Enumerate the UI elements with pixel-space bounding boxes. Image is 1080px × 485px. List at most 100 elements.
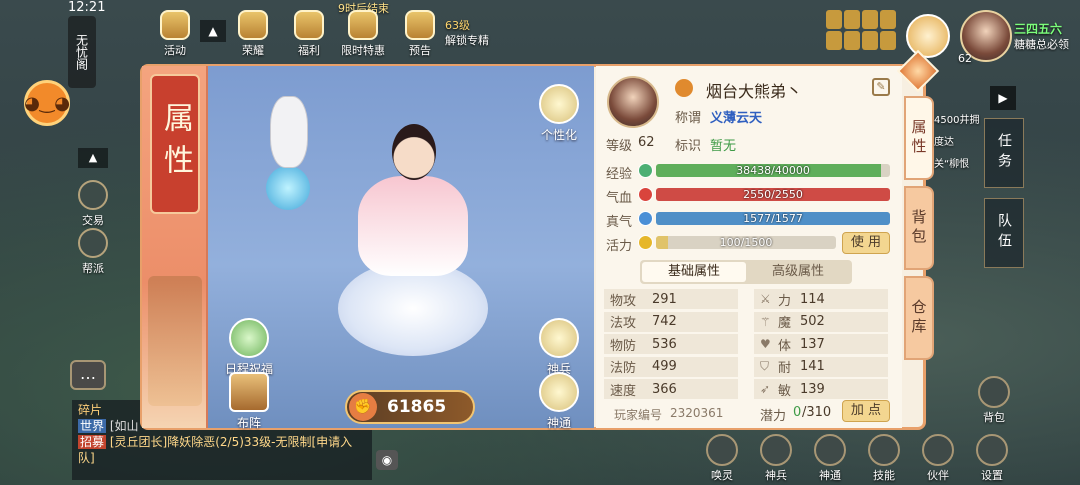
- team-panel-tab[interactable]: 队伍: [984, 198, 1024, 268]
- shield-icon: ⛉: [760, 359, 770, 373]
- attribute-tabs[interactable]: 基础属性 高级属性: [640, 260, 852, 284]
- guild-button[interactable]: 帮派: [75, 228, 111, 276]
- stat-bar-label: 气血: [606, 191, 633, 206]
- stat-value: 502: [800, 314, 825, 329]
- stat-bar-text: 100/1500: [719, 236, 773, 249]
- stat-value: 499: [652, 359, 677, 374]
- mini-icon[interactable]: [862, 10, 878, 29]
- mark-label: 标识: [675, 139, 702, 154]
- collapse-up-icon[interactable]: ▲: [200, 20, 226, 42]
- preview-button[interactable]: 预告: [400, 10, 440, 58]
- mini-icon[interactable]: [880, 31, 896, 50]
- add-points-button[interactable]: 加 点: [842, 400, 890, 422]
- mini-icon[interactable]: [862, 31, 878, 50]
- welfare-button[interactable]: 福利: [289, 10, 329, 58]
- divine-weapon-button[interactable]: 神兵: [529, 318, 589, 377]
- stat-bar: 38438/40000: [656, 164, 890, 177]
- potential-max: /310: [802, 405, 832, 420]
- mini-icon[interactable]: [844, 31, 860, 50]
- stat-bar: 100/1500: [656, 236, 836, 249]
- collapse-left-icon[interactable]: ▲: [78, 148, 108, 168]
- limited-offer-button[interactable]: 限时特惠: [335, 10, 391, 58]
- gift-icon: [294, 10, 324, 40]
- level-value: 62: [638, 135, 655, 150]
- chevron-right-icon[interactable]: ▶: [990, 86, 1016, 110]
- quest-panel-tab[interactable]: 任务: [984, 118, 1024, 188]
- edit-icon[interactable]: ✎: [872, 78, 890, 96]
- chat-line: 招募 [灵丘团长]降妖除恶(2/5)33级-无限制[申请入队]: [78, 435, 353, 465]
- glory-button[interactable]: 荣耀: [233, 10, 273, 58]
- stat-row-left: 法防 499: [604, 356, 738, 377]
- title-value: 义薄云天: [710, 111, 763, 126]
- camera-icon[interactable]: ◉: [376, 450, 398, 470]
- trade-button[interactable]: 交易: [75, 180, 111, 228]
- stat-value: 742: [652, 314, 677, 329]
- player-level-badge: 62: [958, 52, 972, 65]
- stat-row-right: ⚚ 魔 502: [754, 311, 888, 332]
- weapon-icon: [760, 434, 792, 466]
- right-top-text: 三四五六 糖糖总必领: [1014, 22, 1069, 51]
- stat-bar-text: 2550/2550: [743, 188, 803, 201]
- divine-power-button[interactable]: 神通: [529, 372, 589, 431]
- title-label: 称谓: [675, 111, 702, 126]
- mini-icon[interactable]: [826, 10, 842, 29]
- summon-icon: [706, 434, 738, 466]
- stat-bar-label: 真气: [606, 215, 633, 230]
- stat-value: 141: [800, 359, 825, 374]
- clock: 12:21: [68, 0, 106, 15]
- weapon-bar-button[interactable]: 神兵: [754, 434, 798, 483]
- side-tab-warehouse[interactable]: 仓库: [904, 276, 934, 360]
- stat-row-left: 速度 366: [604, 379, 738, 399]
- player-id-label: 玩家编号: [614, 408, 663, 422]
- pet-avatar[interactable]: [906, 14, 950, 58]
- chat-bubble-icon[interactable]: …: [70, 360, 106, 390]
- stat-bar-icon: [638, 163, 653, 178]
- wand-icon: ⚚: [760, 314, 771, 329]
- stat-label: 物攻: [610, 293, 637, 309]
- mini-icon[interactable]: [844, 10, 860, 29]
- partner-button[interactable]: 伙伴: [916, 434, 960, 483]
- left-banner[interactable]: 无忧阁: [68, 16, 96, 88]
- tab-basic[interactable]: 基础属性: [642, 262, 746, 282]
- mini-icon[interactable]: [826, 31, 842, 50]
- stat-bar: 2550/2550: [656, 188, 890, 201]
- glory-icon: [238, 10, 268, 40]
- chat-channel-tag: 世界: [78, 419, 107, 433]
- tab-advanced[interactable]: 高级属性: [746, 262, 850, 282]
- stat-bar-icon: [638, 211, 653, 226]
- bag-icon: [978, 376, 1010, 408]
- stat-value: 291: [652, 291, 677, 307]
- summon-button[interactable]: 唤灵: [700, 434, 744, 483]
- settings-button[interactable]: 设置: [970, 434, 1014, 483]
- stat-label: 体: [778, 338, 792, 354]
- stat-value: 139: [800, 381, 825, 397]
- guild-icon: [78, 228, 108, 258]
- stat-bar-row: 真气 1577/1577: [606, 211, 892, 230]
- stat-label: 法攻: [610, 316, 637, 331]
- pet-orb: [266, 166, 310, 210]
- use-button[interactable]: 使 用: [842, 232, 890, 254]
- power-bar-button[interactable]: 神通: [808, 434, 852, 483]
- spirit-mascot-icon[interactable]: ◕‿◕: [24, 80, 70, 126]
- activity-button[interactable]: 活动: [155, 10, 195, 58]
- mini-icon[interactable]: [880, 10, 896, 29]
- daily-blessing-button[interactable]: 日程祝福: [219, 318, 279, 377]
- mini-icon-grid[interactable]: [826, 10, 896, 50]
- player-name: 烟台大熊弟丶: [706, 82, 803, 101]
- stat-row-right: ➶ 敏 139: [754, 379, 888, 399]
- gear-icon: [976, 434, 1008, 466]
- pavilion-decoration: [148, 276, 202, 406]
- stat-bar-row: 气血 2550/2550: [606, 187, 892, 206]
- personalize-button[interactable]: 个性化: [529, 84, 589, 143]
- side-tab-attributes[interactable]: 属性: [904, 96, 934, 180]
- stat-row-right: ⚔ 力 114: [754, 289, 888, 309]
- formation-button[interactable]: 布阵: [219, 372, 279, 431]
- bag-button[interactable]: 背包: [972, 376, 1016, 425]
- stat-bar-icon: [638, 235, 653, 250]
- stat-label: 耐: [778, 361, 792, 376]
- skills-button[interactable]: 技能: [862, 434, 906, 483]
- stat-label: 力: [778, 293, 792, 309]
- side-tab-bag[interactable]: 背包: [904, 186, 934, 270]
- blessing-bag-icon: [229, 318, 269, 358]
- sword-icon: ⚔: [760, 292, 771, 306]
